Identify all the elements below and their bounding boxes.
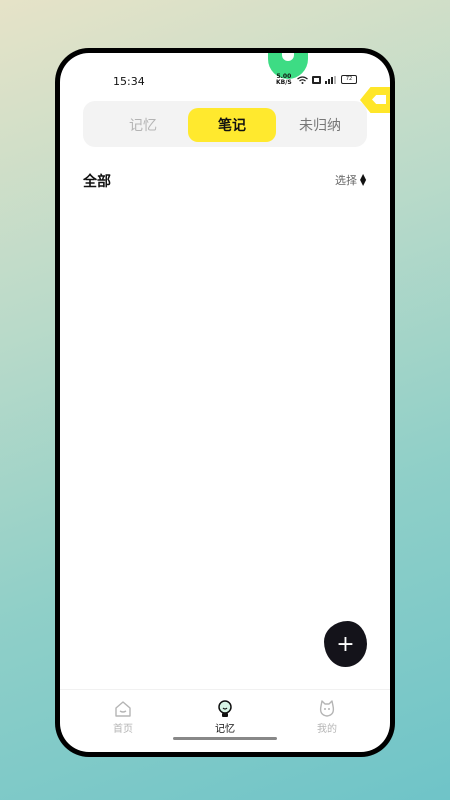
nav-label-mine: 我的: [317, 724, 337, 735]
signal-icon: [325, 75, 336, 84]
nav-item-memory[interactable]: 记忆: [195, 700, 255, 735]
wifi-icon: [297, 75, 308, 84]
home-icon: [115, 701, 131, 717]
segmented-tab-bar: 记忆 笔记 未归纳: [83, 101, 367, 147]
tab-notes[interactable]: 笔记: [188, 108, 276, 142]
tab-memory[interactable]: 记忆: [99, 108, 187, 142]
cat-face-icon: [319, 700, 335, 717]
status-icons: 72: [297, 75, 357, 84]
select-button[interactable]: 选择 ▲ ▼: [335, 172, 366, 188]
home-indicator[interactable]: [173, 737, 277, 740]
nav-label-memory: 记忆: [215, 724, 235, 735]
bottom-navigation: 首页 记忆 我的: [60, 689, 390, 752]
status-time: 15:34: [113, 75, 145, 88]
network-speed: 5.00 KB/S: [276, 74, 292, 86]
nav-item-home[interactable]: 首页: [93, 700, 153, 735]
list-title: 全部: [83, 174, 111, 190]
hd-icon: [312, 75, 321, 84]
network-speed-unit: KB/S: [276, 79, 292, 86]
nav-item-mine[interactable]: 我的: [297, 700, 357, 735]
lightbulb-icon: [218, 700, 232, 717]
sort-arrows-icon: ▲ ▼: [360, 172, 367, 187]
nav-label-home: 首页: [113, 724, 133, 735]
tab-unfiled[interactable]: 未归纳: [276, 108, 364, 142]
add-note-button[interactable]: +: [324, 621, 367, 667]
select-label: 选择: [335, 174, 357, 187]
app-screen: 15:34 5.00 KB/S 72 记忆 笔记 未归纳 全部 选择 ▲ ▼ +…: [60, 53, 390, 752]
battery-icon: 72: [341, 75, 357, 84]
plus-icon: +: [336, 631, 355, 657]
